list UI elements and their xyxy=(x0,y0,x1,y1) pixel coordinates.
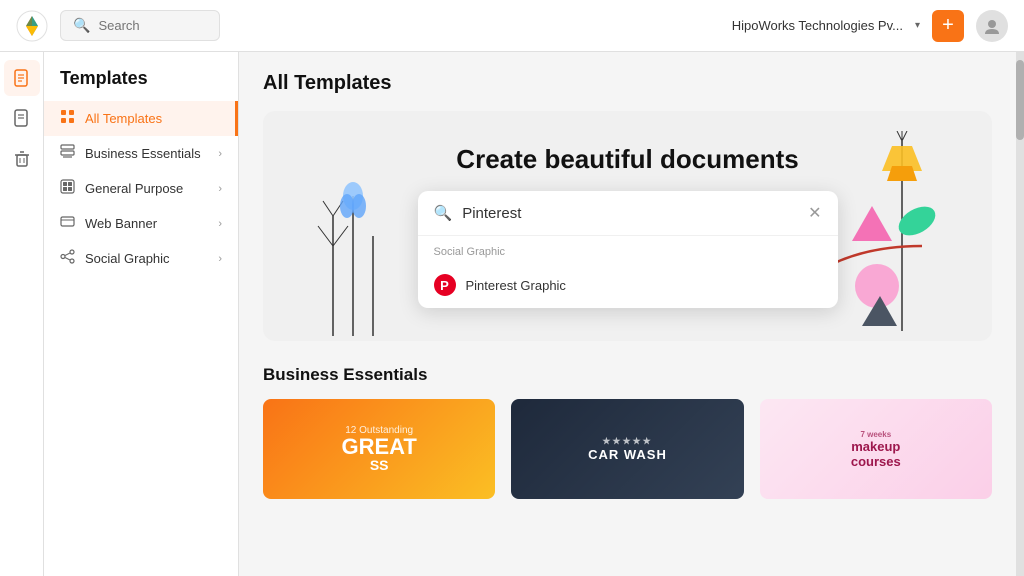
add-button[interactable]: + xyxy=(932,10,964,42)
chevron-down-icon: ▾ xyxy=(915,20,920,31)
search-icon: 🔍 xyxy=(73,17,90,34)
web-banner-icon xyxy=(60,214,75,233)
business-section: Business Essentials 12 Outstanding GREAT… xyxy=(263,365,992,499)
sidebar-title: Templates xyxy=(44,68,238,101)
template-card-2[interactable]: ★★★★★ CAR WASH xyxy=(511,399,743,499)
template-grid: 12 Outstanding GREAT SS ★★★★★ CAR WASH 7… xyxy=(263,399,992,499)
sidebar-item-web-banner[interactable]: Web Banner › xyxy=(44,206,238,241)
header-right: HipoWorks Technologies Pv... ▾ + xyxy=(732,10,1008,42)
page-title: All Templates xyxy=(263,72,992,95)
sidebar-icon-document[interactable] xyxy=(4,60,40,96)
company-name: HipoWorks Technologies Pv... xyxy=(732,18,903,33)
search-input[interactable] xyxy=(98,18,207,33)
main-layout: Templates All Templates Busine xyxy=(0,52,1024,576)
hero-heading: Create beautiful documents xyxy=(456,144,798,175)
result-group-label: Social Graphic xyxy=(434,246,822,258)
sidebar-label-business-essentials: Business Essentials xyxy=(85,146,201,161)
chevron-right-icon: › xyxy=(218,148,222,160)
header-search[interactable]: 🔍 xyxy=(60,10,220,41)
icon-strip xyxy=(0,52,44,576)
user-avatar[interactable] xyxy=(976,10,1008,42)
search-modal-icon: 🔍 xyxy=(434,204,453,222)
sidebar: Templates All Templates Busine xyxy=(44,52,239,576)
card-2-label: ★★★★★ CAR WASH xyxy=(588,436,667,462)
search-result-group: Social Graphic P Pinterest Graphic xyxy=(418,236,838,308)
sidebar-item-all-templates[interactable]: All Templates xyxy=(44,101,238,136)
search-modal-close-icon[interactable]: ✕ xyxy=(808,203,821,223)
social-graphic-icon xyxy=(60,249,75,268)
sidebar-item-business-essentials[interactable]: Business Essentials › xyxy=(44,136,238,171)
all-templates-icon xyxy=(60,109,75,128)
search-modal: 🔍 ✕ Social Graphic P Pinterest Graphic xyxy=(418,191,838,308)
search-result-item-pinterest[interactable]: P Pinterest Graphic xyxy=(434,266,822,304)
sidebar-label-all-templates: All Templates xyxy=(85,111,162,126)
scrollbar-thumb[interactable] xyxy=(1016,60,1024,140)
sidebar-label-general-purpose: General Purpose xyxy=(85,181,183,196)
business-essentials-icon xyxy=(60,144,75,163)
sidebar-item-general-purpose[interactable]: General Purpose › xyxy=(44,171,238,206)
search-modal-field[interactable] xyxy=(462,205,798,222)
template-card-1[interactable]: 12 Outstanding GREAT SS xyxy=(263,399,495,499)
plant-left-decoration xyxy=(303,156,403,341)
template-card-3[interactable]: 7 weeks makeup courses xyxy=(760,399,992,499)
chevron-right-icon-3: › xyxy=(218,218,222,230)
sidebar-icon-file[interactable] xyxy=(4,100,40,136)
card-3-label: 7 weeks makeup courses xyxy=(851,430,901,469)
app-logo[interactable] xyxy=(16,10,48,42)
sidebar-label-web-banner: Web Banner xyxy=(85,216,157,231)
chevron-right-icon-4: › xyxy=(218,253,222,265)
search-result-text: Pinterest Graphic xyxy=(466,278,566,293)
plant-right-decoration xyxy=(822,131,952,336)
pinterest-icon: P xyxy=(434,274,456,296)
card-1-label: 12 Outstanding GREAT SS xyxy=(341,425,416,474)
content-area: All Templates xyxy=(239,52,1016,576)
chevron-right-icon-2: › xyxy=(218,183,222,195)
general-purpose-icon xyxy=(60,179,75,198)
sidebar-icon-trash[interactable] xyxy=(4,140,40,176)
sidebar-item-social-graphic[interactable]: Social Graphic › xyxy=(44,241,238,276)
sidebar-label-social-graphic: Social Graphic xyxy=(85,251,170,266)
business-section-title: Business Essentials xyxy=(263,365,992,385)
right-scrollbar[interactable] xyxy=(1016,52,1024,576)
search-modal-input-row: 🔍 ✕ xyxy=(418,191,838,236)
hero-banner: Create beautiful documents 🔍 ✕ Social Gr… xyxy=(263,111,992,341)
header: 🔍 HipoWorks Technologies Pv... ▾ + xyxy=(0,0,1024,52)
